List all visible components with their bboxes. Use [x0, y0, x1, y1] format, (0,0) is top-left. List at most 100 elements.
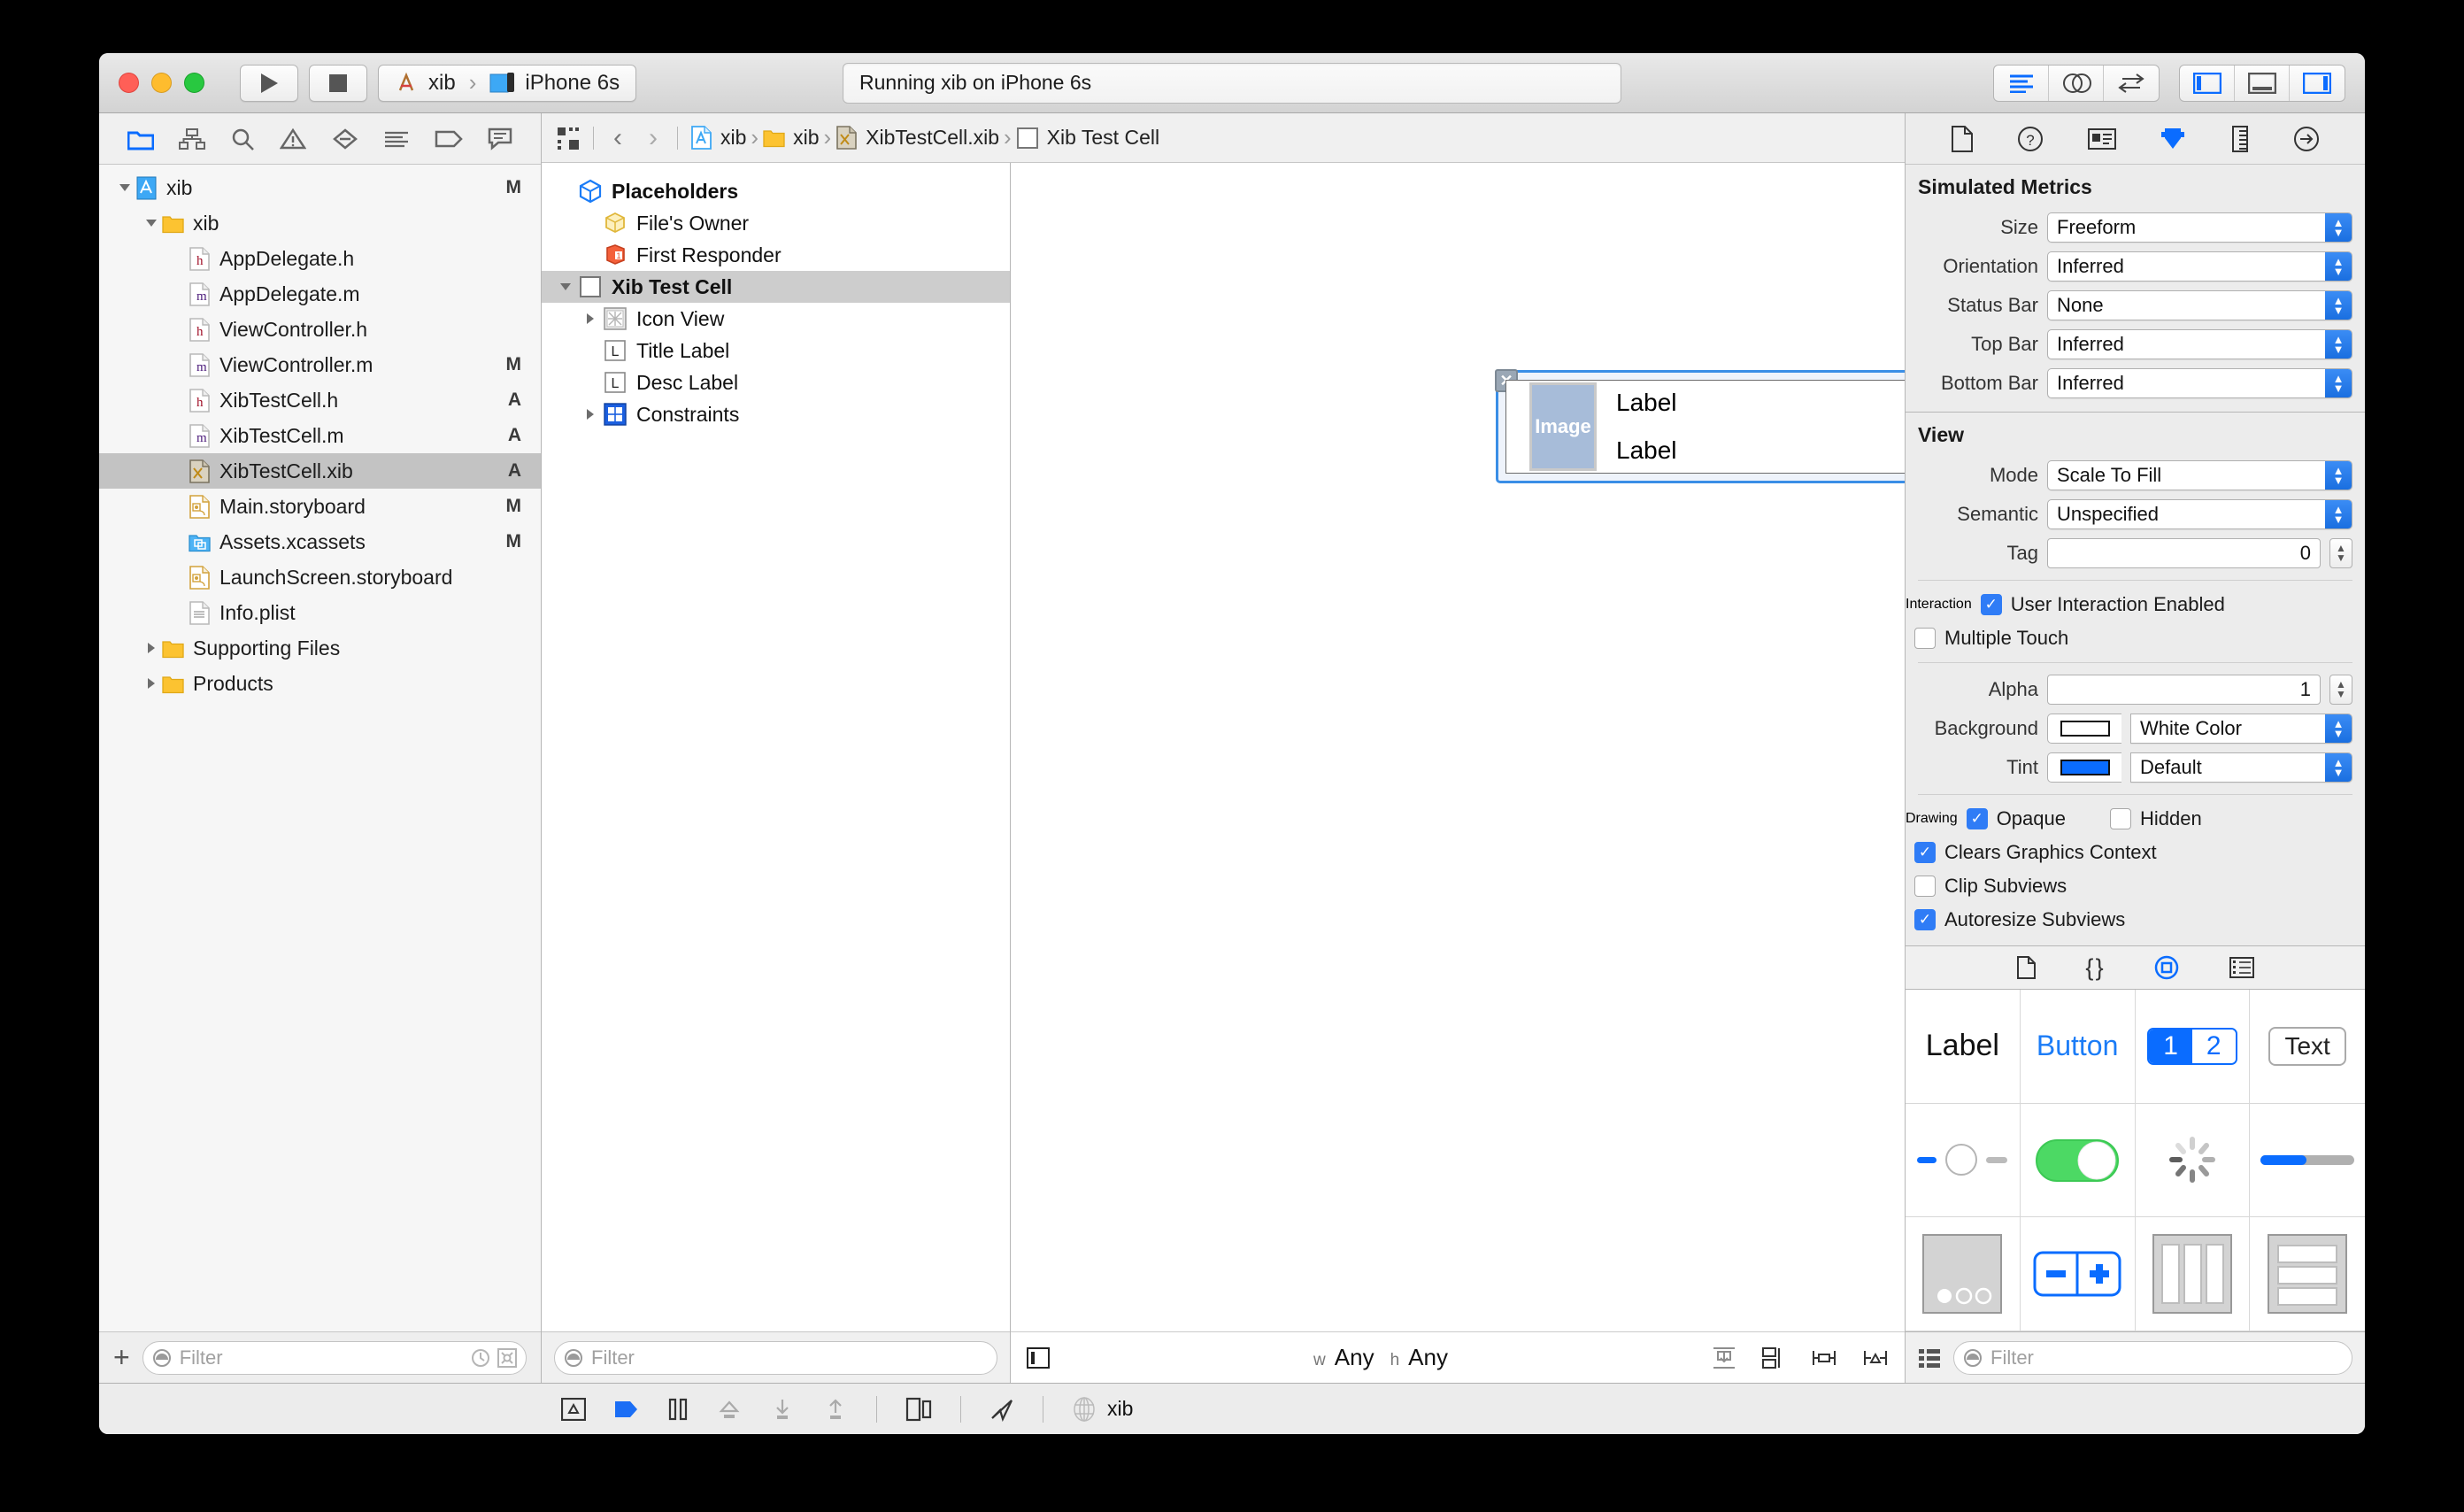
search-navigator-icon[interactable]	[230, 127, 255, 151]
file-inspector-icon[interactable]	[1951, 125, 1974, 152]
file-row-xibtestcell-m[interactable]: m XibTestCell.m A	[99, 418, 541, 453]
minimize-window-button[interactable]	[151, 73, 172, 93]
library-item-label[interactable]: Label	[1906, 990, 2021, 1104]
tint-popup[interactable]: Default ▲ ▼	[2130, 752, 2352, 783]
forward-button[interactable]: ›	[642, 123, 665, 153]
clears-graphics-context-checkbox[interactable]: ✓	[1914, 842, 1936, 863]
library-item-horizontal-stack-view[interactable]	[2135, 1217, 2251, 1331]
title-label[interactable]: Label	[1616, 389, 1677, 417]
report-navigator-icon[interactable]	[488, 127, 512, 150]
library-item-stepper[interactable]	[2020, 1217, 2136, 1331]
library-item-segmented-control[interactable]: 1 2	[2135, 990, 2251, 1104]
scheme-selector[interactable]: xib › iPhone 6s	[378, 64, 637, 102]
desc-label[interactable]: Label	[1616, 436, 1677, 465]
embed-in-icon[interactable]	[1761, 1346, 1786, 1369]
outline-row-file-s-owner[interactable]: File's Owner	[542, 207, 1010, 239]
library-item-progress-view[interactable]	[2250, 1104, 2365, 1218]
alpha-stepper[interactable]: ▲ ▼	[2329, 675, 2352, 705]
tint-color-well[interactable]	[2047, 752, 2121, 783]
file-row-launchscreen-storyboard[interactable]: LaunchScreen.storyboard	[99, 559, 541, 595]
file-row-appdelegate-h[interactable]: h AppDelegate.h	[99, 241, 541, 276]
project-file-tree[interactable]: xib Mxib h AppDelegate.h m AppDelegate.m h View…	[99, 165, 541, 1331]
issue-navigator-icon[interactable]	[280, 127, 307, 150]
show-debug-area-icon[interactable]	[561, 1397, 586, 1421]
file-row-viewcontroller-m[interactable]: m ViewController.m M	[99, 347, 541, 382]
file-row-xib[interactable]: xib M	[99, 170, 541, 205]
hidden-checkbox[interactable]	[2109, 808, 2131, 829]
library-item-slider[interactable]	[1906, 1103, 2021, 1218]
project-navigator-icon[interactable]	[127, 127, 155, 150]
source-control-filter-icon[interactable]	[497, 1347, 517, 1368]
navigator-filter-field[interactable]: Filter	[142, 1340, 527, 1375]
file-row-xib[interactable]: xib	[99, 205, 541, 241]
step-over-icon[interactable]	[717, 1398, 742, 1421]
pause-icon[interactable]	[667, 1398, 689, 1421]
disclosure-triangle[interactable]	[579, 407, 602, 421]
toggle-debug-area-button[interactable]	[2235, 65, 2290, 101]
file-row-products[interactable]: Products	[99, 666, 541, 701]
outline-row-constraints[interactable]: Constraints	[542, 398, 1010, 430]
sim-field-popup[interactable]: Inferred ▲ ▼	[2047, 329, 2352, 359]
outline-row-first-responder[interactable]: 1 First Responder	[542, 239, 1010, 271]
step-into-icon[interactable]	[770, 1398, 795, 1421]
xib-test-cell-view[interactable]: ✕ … … … … Image Label La	[1495, 369, 1905, 483]
breadcrumb-item-3[interactable]: XibTestCell.xib	[835, 126, 999, 150]
disclosure-triangle[interactable]	[142, 641, 161, 655]
disclosure-triangle[interactable]	[554, 280, 577, 294]
user-interaction-enabled-checkbox[interactable]: ✓	[1980, 594, 2002, 615]
file-row-viewcontroller-h[interactable]: h ViewController.h	[99, 312, 541, 347]
continue-icon[interactable]	[614, 1399, 639, 1420]
file-row-info-plist[interactable]: Info.plist	[99, 595, 541, 630]
library-item-page-control[interactable]	[1906, 1217, 2021, 1331]
quick-help-icon[interactable]: ?	[2017, 126, 2044, 152]
autoresize-subviews-checkbox[interactable]: ✓	[1914, 909, 1936, 930]
test-navigator-icon[interactable]	[332, 127, 358, 150]
breadcrumb-item-2[interactable]: xib	[763, 126, 819, 150]
size-inspector-icon[interactable]	[2230, 125, 2250, 152]
stop-button[interactable]	[309, 64, 367, 102]
background-color-well[interactable]	[2047, 714, 2121, 744]
library-item-button[interactable]: Button	[2020, 990, 2136, 1104]
debug-navigator-icon[interactable]	[383, 128, 410, 150]
close-window-button[interactable]	[119, 73, 139, 93]
sim-field-popup[interactable]: Inferred ▲ ▼	[2047, 251, 2352, 282]
sim-field-popup[interactable]: Inferred ▲ ▼	[2047, 368, 2352, 398]
file-row-assets-xcassets[interactable]: Assets.xcassets M	[99, 524, 541, 559]
version-editor-button[interactable]	[2104, 66, 2159, 101]
toggle-document-outline-icon[interactable]	[1027, 1346, 1050, 1369]
mode-popup[interactable]: Scale To Fill ▲ ▼	[2047, 460, 2352, 490]
back-button[interactable]: ‹	[606, 123, 629, 153]
tag-stepper[interactable]: ▲ ▼	[2329, 538, 2352, 568]
debug-process[interactable]: xib	[1072, 1396, 1133, 1422]
connections-inspector-icon[interactable]	[2293, 126, 2320, 152]
outline-row-icon-view[interactable]: Icon View	[542, 303, 1010, 335]
library-item-text-field[interactable]: Text	[2250, 990, 2365, 1104]
alpha-field[interactable]: 1	[2047, 675, 2321, 705]
outline-row-placeholders[interactable]: Placeholders	[542, 175, 1010, 207]
outline-row-title-label[interactable]: L Title Label	[542, 335, 1010, 366]
opaque-checkbox[interactable]: ✓	[1966, 808, 1988, 829]
interface-builder-canvas[interactable]: ✕ … … … … Image Label La	[1011, 163, 1905, 1331]
clip-subviews-checkbox[interactable]	[1914, 876, 1936, 897]
pin-icon[interactable]	[1862, 1346, 1889, 1369]
standard-editor-button[interactable]	[1994, 65, 2049, 101]
disclosure-triangle[interactable]	[142, 676, 161, 690]
view-debugging-icon[interactable]	[905, 1397, 932, 1422]
breakpoint-navigator-icon[interactable]	[435, 129, 463, 149]
step-out-icon[interactable]	[823, 1398, 848, 1421]
outline-filter-field[interactable]: Filter	[554, 1340, 997, 1375]
outline-row-xib-test-cell[interactable]: Xib Test Cell	[542, 271, 1010, 303]
file-row-supporting-files[interactable]: Supporting Files	[99, 630, 541, 666]
library-item-activity-indicator[interactable]	[2135, 1103, 2251, 1218]
disclosure-triangle[interactable]	[142, 216, 161, 230]
zoom-window-button[interactable]	[184, 73, 204, 93]
file-row-xibtestcell-xib[interactable]: XibTestCell.xib A	[99, 453, 541, 489]
disclosure-triangle[interactable]	[115, 181, 135, 195]
attributes-inspector-icon[interactable]	[2160, 126, 2186, 152]
run-button[interactable]	[240, 64, 298, 102]
identity-inspector-icon[interactable]	[2087, 127, 2116, 150]
library-item-table-view[interactable]	[2250, 1217, 2365, 1331]
code-snippet-library-icon[interactable]: { }	[2085, 954, 2103, 982]
background-popup[interactable]: White Color ▲ ▼	[2130, 714, 2352, 744]
align-icon[interactable]	[1811, 1346, 1837, 1369]
